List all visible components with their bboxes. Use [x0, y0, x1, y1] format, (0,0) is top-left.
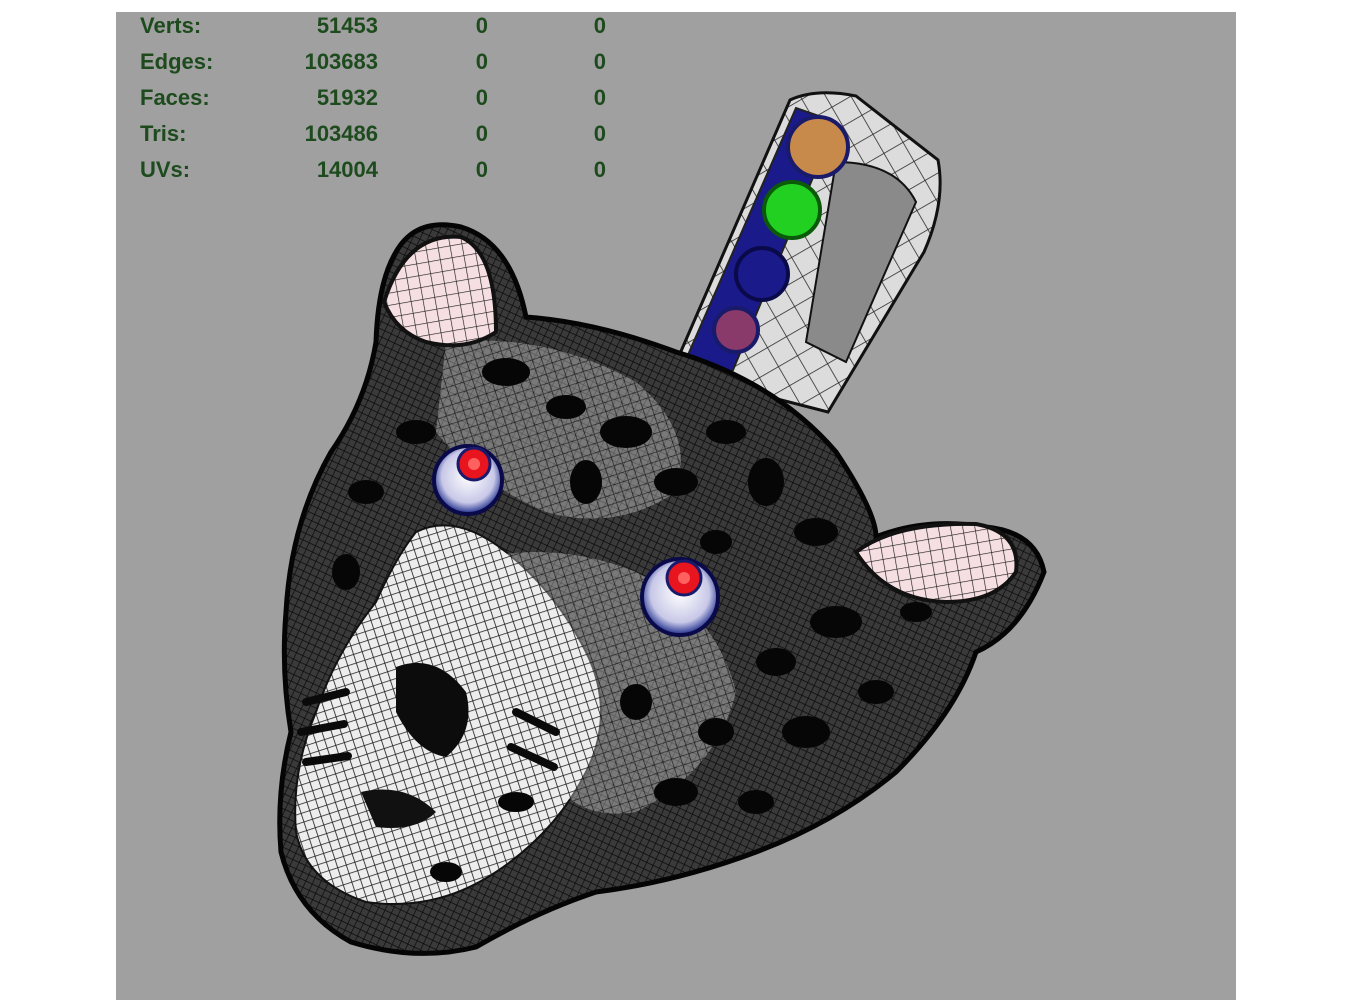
3d-viewport[interactable]: Verts: 51453 0 0 Edges: 103683 0 0 Faces… [116, 12, 1236, 1000]
left-eye-gem [432, 444, 504, 516]
bail-gem-green [762, 180, 822, 240]
bail-gem-orange [786, 115, 850, 179]
bail-gem-purple [712, 306, 760, 354]
right-eye-gem [640, 557, 720, 637]
jaguar-pendant-model[interactable] [116, 12, 1236, 1000]
bail-gem-blue [734, 246, 790, 302]
